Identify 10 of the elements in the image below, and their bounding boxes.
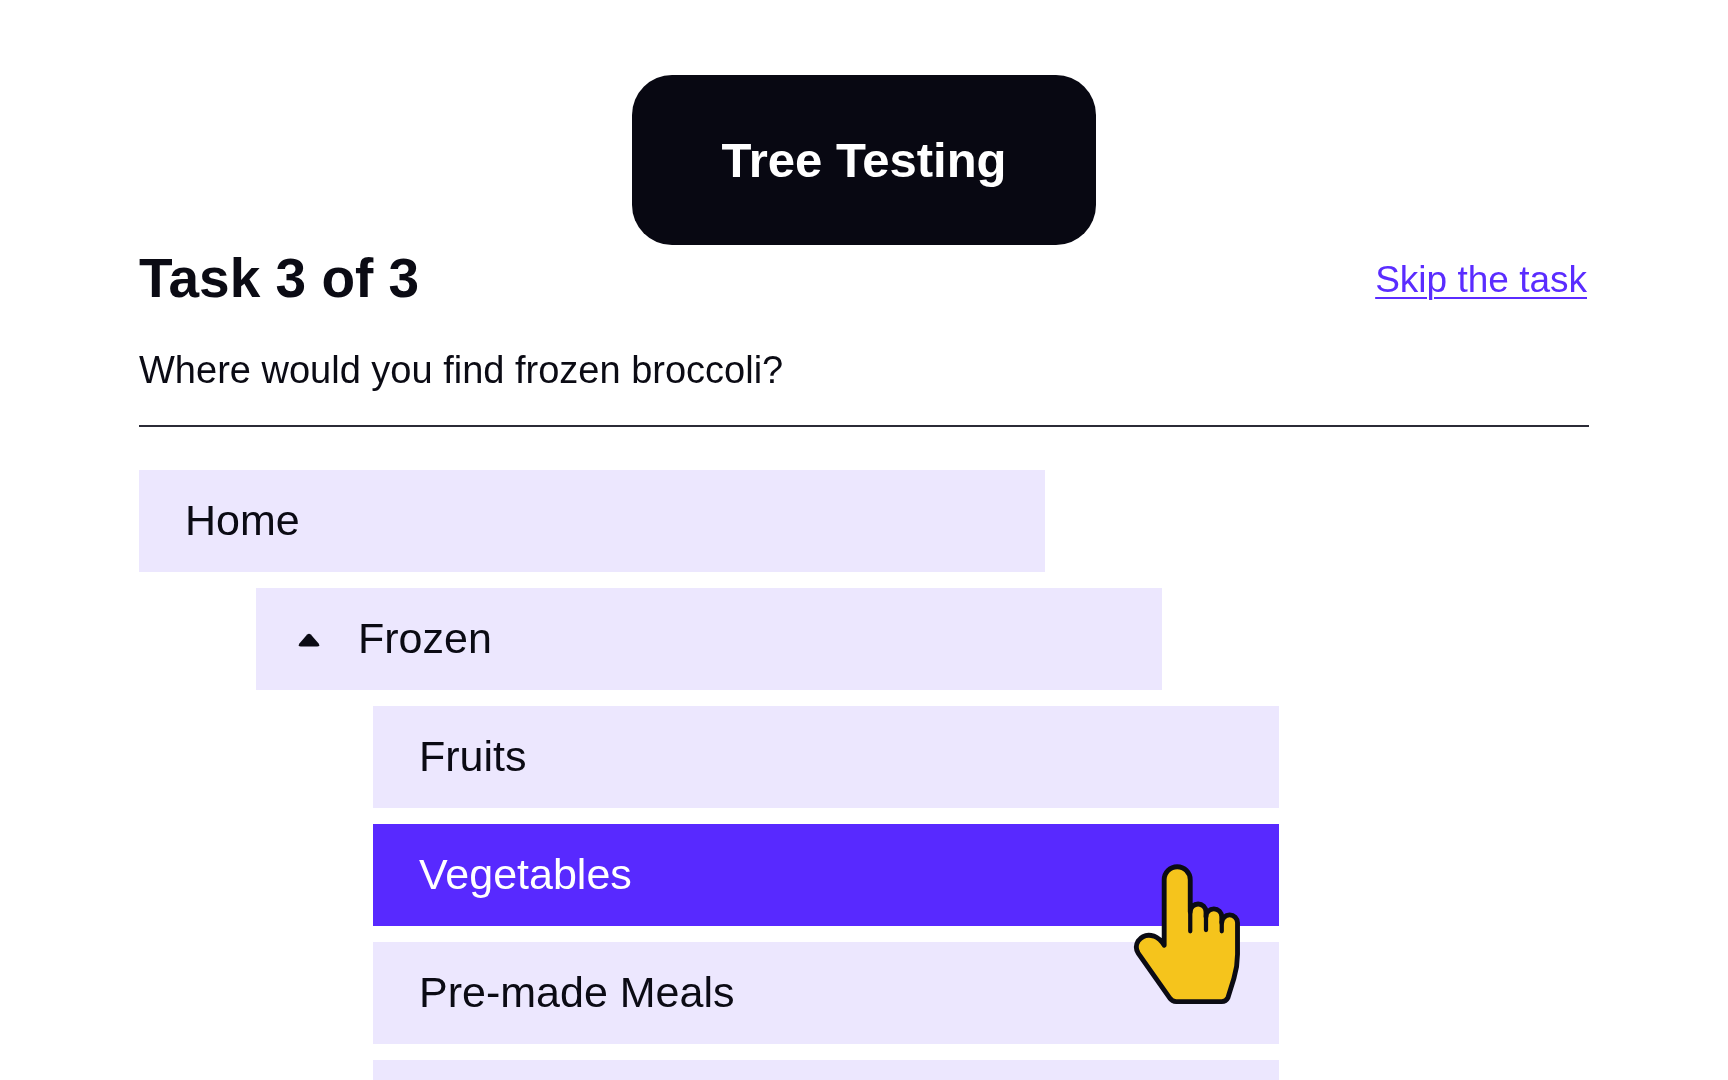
tree-item[interactable]: Vegetables: [373, 823, 1279, 926]
page-title: Tree Testing: [632, 75, 1096, 245]
tree-item[interactable]: Frozen: [256, 587, 1162, 690]
tree-item[interactable]: Pre-made Meals: [373, 941, 1279, 1044]
task-heading: Task 3 of 3: [139, 246, 420, 311]
task-question: Where would you find frozen broccoli?: [139, 348, 785, 393]
tree-item[interactable]: Home: [139, 469, 1045, 572]
skip-link[interactable]: Skip the task: [1375, 256, 1589, 308]
pointing-hand-cursor-icon: [1132, 863, 1240, 1004]
tree-item[interactable]: Fruits: [373, 705, 1279, 808]
